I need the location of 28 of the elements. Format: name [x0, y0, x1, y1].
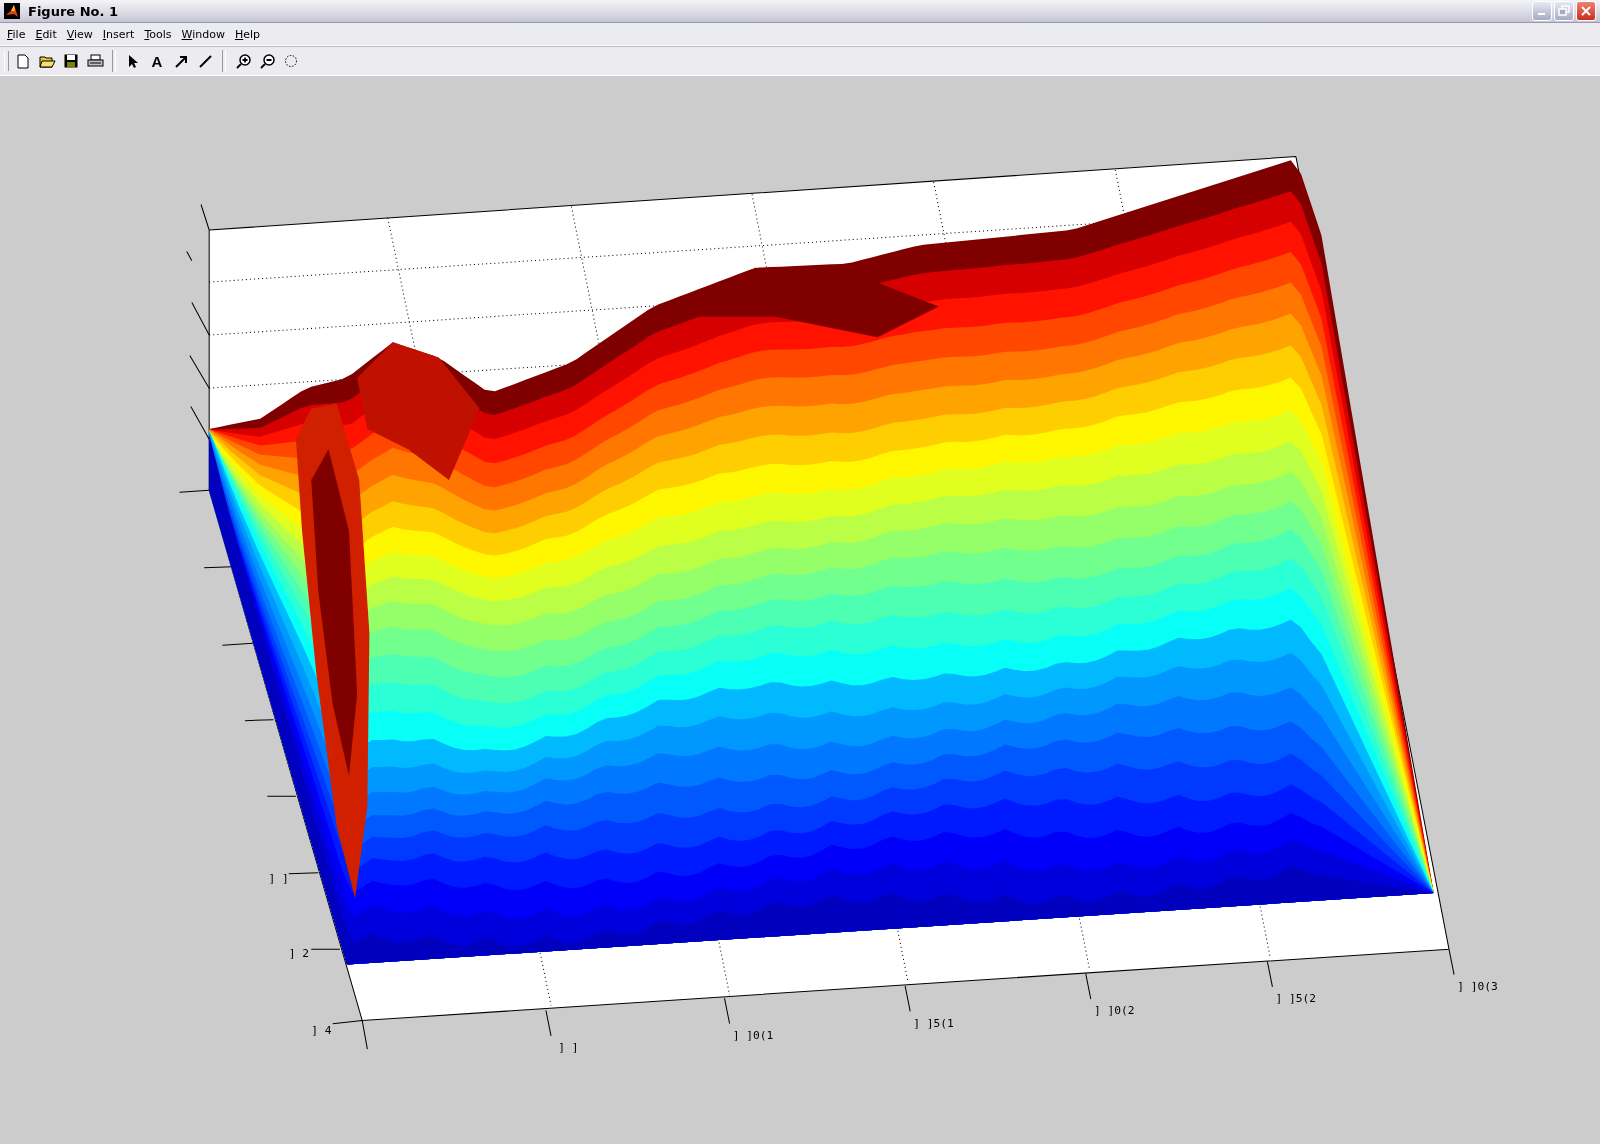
menu-item[interactable]: View: [61, 25, 98, 43]
printer-icon[interactable]: [86, 54, 104, 68]
tick-label: ] ]0(1: [732, 1028, 774, 1042]
new-file-icon[interactable]: [17, 53, 29, 69]
insert-text-button[interactable]: A: [147, 50, 167, 72]
tick-label: ] ]5(1: [913, 1016, 954, 1030]
pointer-icon[interactable]: [128, 53, 138, 69]
tick-label: ] ]0(3: [1457, 979, 1498, 993]
line-icon[interactable]: [198, 54, 212, 68]
tick-label: ] 2: [288, 947, 310, 961]
zoom-in-icon[interactable]: [235, 53, 251, 69]
tick-label: ] ]: [268, 871, 289, 885]
zoom-out-icon[interactable]: [259, 53, 275, 69]
menu-item[interactable]: Help: [229, 25, 265, 43]
tick-label: ] ]: [558, 1041, 579, 1055]
menu-item[interactable]: Tools: [139, 25, 177, 43]
tick-label: ] ]5(2: [1275, 992, 1317, 1006]
rotate-icon[interactable]: [284, 54, 298, 68]
menu-item[interactable]: Window: [176, 25, 230, 43]
menu-item[interactable]: File: [2, 25, 31, 43]
window-title: Figure No. 1: [28, 3, 119, 19]
app-logo-icon: [4, 3, 20, 19]
menu-item[interactable]: Insert: [97, 25, 140, 43]
tick-label: ] ]0(2: [1093, 1004, 1135, 1018]
menu-item[interactable]: Edit: [30, 25, 62, 43]
arrow-icon[interactable]: [174, 54, 188, 68]
tick-label: ] 4: [311, 1023, 332, 1037]
open-folder-icon[interactable]: [38, 54, 56, 68]
